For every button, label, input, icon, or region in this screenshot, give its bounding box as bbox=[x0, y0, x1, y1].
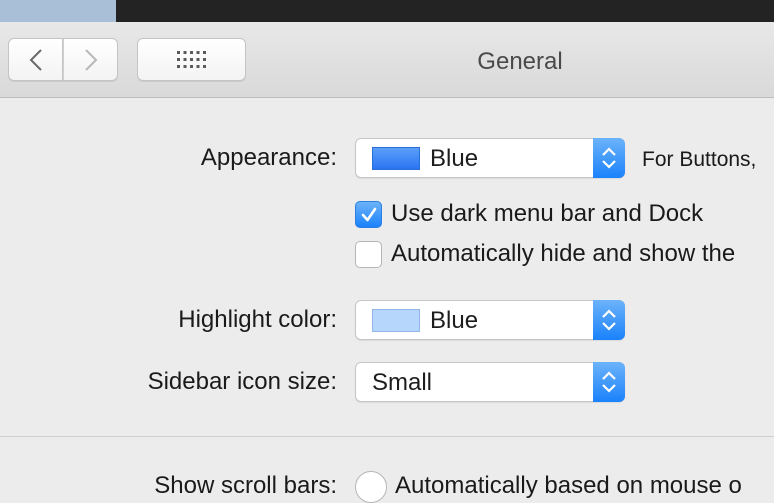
sidebar-icon-size-label: Sidebar icon size: bbox=[147, 368, 337, 395]
appearance-value: Blue bbox=[430, 145, 479, 172]
highlight-color-label: Highlight color: bbox=[178, 306, 337, 333]
appearance-popup[interactable]: Blue bbox=[355, 138, 625, 178]
sidebar-icon-size-stepper bbox=[593, 362, 625, 402]
appearance-description: For Buttons, bbox=[642, 148, 757, 171]
up-down-arrows-icon bbox=[602, 309, 616, 331]
chevron-right-icon bbox=[84, 48, 97, 71]
highlight-color-swatch bbox=[372, 309, 420, 332]
checkmark-icon bbox=[361, 207, 377, 222]
highlight-color-stepper bbox=[593, 300, 625, 340]
auto-hide-checkbox[interactable] bbox=[355, 241, 382, 268]
highlight-color-popup[interactable]: Blue bbox=[355, 300, 625, 340]
show-all-grid-icon bbox=[176, 50, 206, 68]
window-title: General bbox=[477, 48, 563, 75]
desktop-wallpaper-strip bbox=[0, 0, 116, 22]
forward-button[interactable] bbox=[63, 38, 118, 81]
chevron-left-icon bbox=[29, 48, 42, 71]
up-down-arrows-icon bbox=[602, 147, 616, 169]
show-all-button[interactable] bbox=[137, 38, 246, 81]
dark-menu-checkbox[interactable] bbox=[355, 201, 382, 228]
highlight-color-value: Blue bbox=[430, 307, 479, 334]
section-divider bbox=[0, 436, 774, 437]
scroll-bars-auto-radio[interactable] bbox=[355, 471, 387, 503]
scroll-bars-label: Show scroll bars: bbox=[154, 472, 337, 499]
appearance-stepper bbox=[593, 138, 625, 178]
auto-hide-label[interactable]: Automatically hide and show the bbox=[391, 240, 735, 268]
back-button[interactable] bbox=[8, 38, 63, 81]
top-strip bbox=[0, 0, 774, 22]
appearance-color-swatch bbox=[372, 147, 420, 170]
sidebar-icon-size-popup[interactable]: Small bbox=[355, 362, 625, 402]
sidebar-icon-size-value: Small bbox=[372, 369, 433, 396]
dark-menu-label[interactable]: Use dark menu bar and Dock bbox=[391, 200, 703, 228]
toolbar: General bbox=[0, 22, 774, 98]
up-down-arrows-icon bbox=[602, 371, 616, 393]
scroll-bars-auto-label[interactable]: Automatically based on mouse o bbox=[395, 472, 742, 500]
appearance-label: Appearance: bbox=[200, 144, 337, 171]
